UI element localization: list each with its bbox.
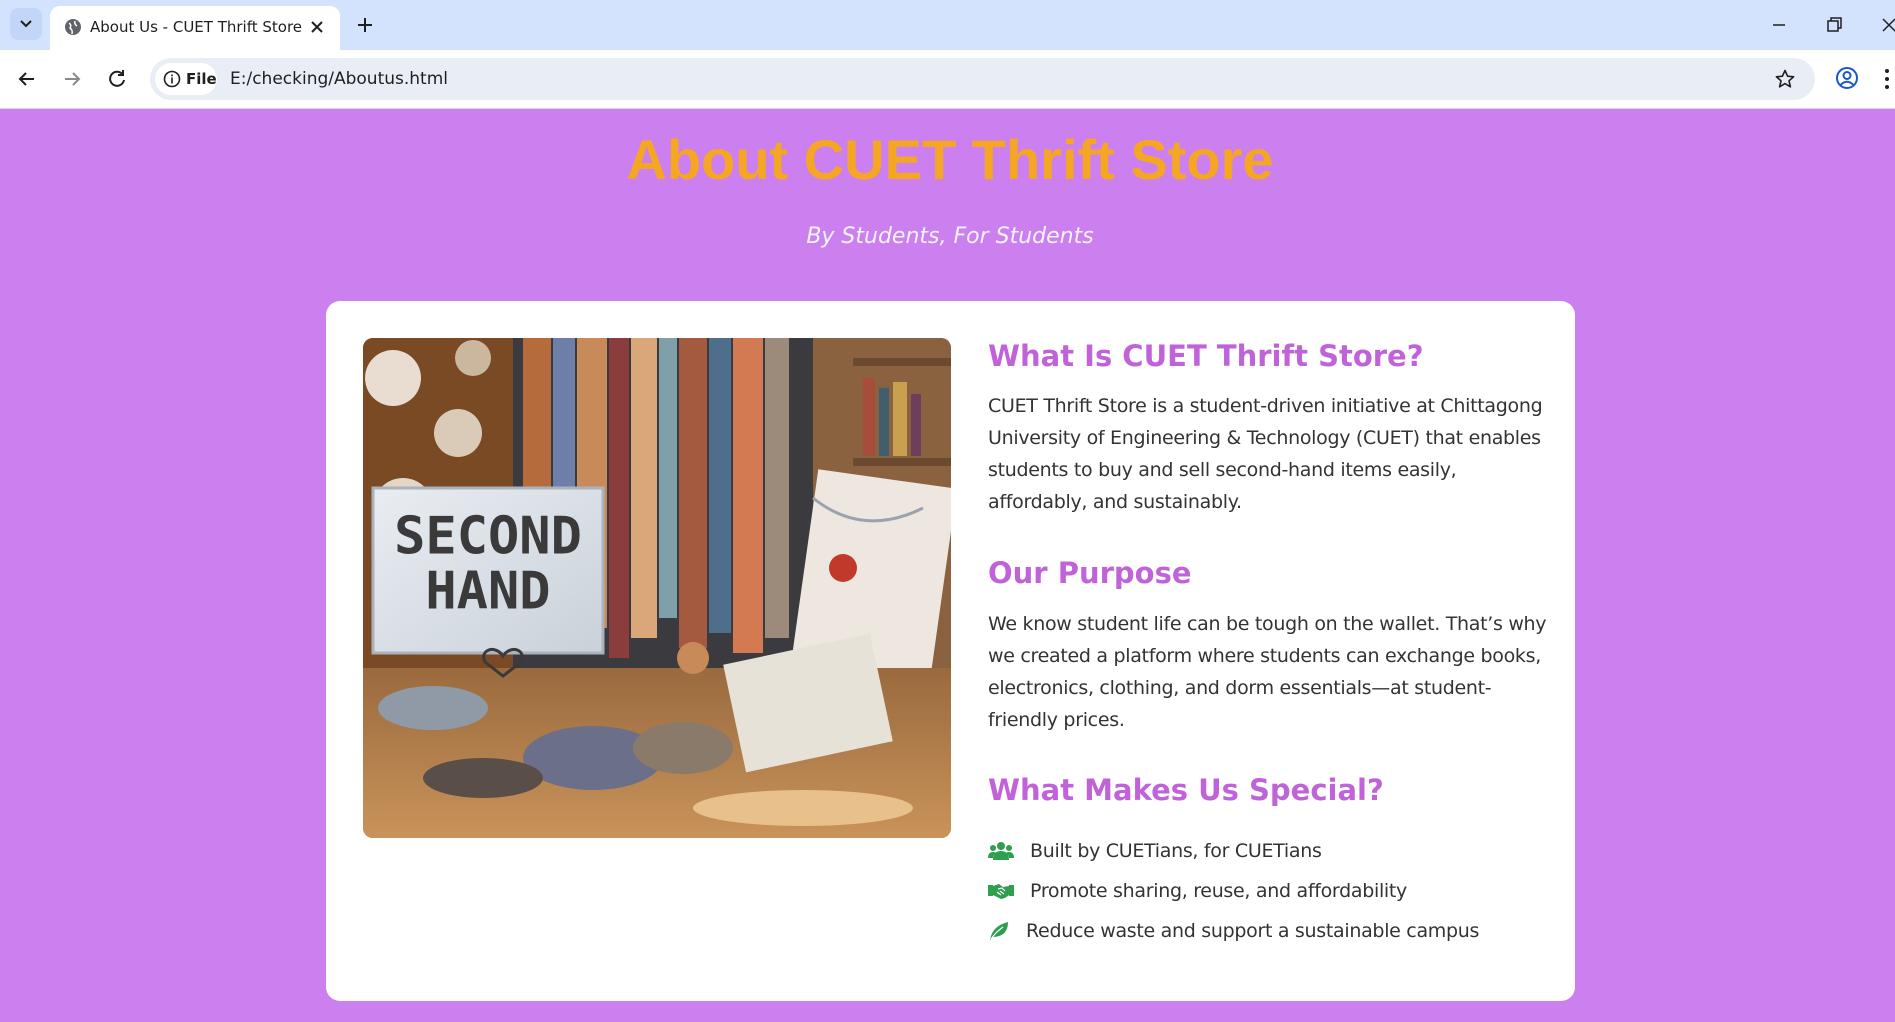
account-icon[interactable] bbox=[1834, 65, 1860, 91]
menu-kebab-icon[interactable] bbox=[1882, 67, 1892, 91]
browser-tabstrip: About Us - CUET Thrift Store bbox=[0, 0, 1895, 50]
tab-title: About Us - CUET Thrift Store bbox=[90, 18, 303, 36]
browser-toolbar: File E:/checking/Aboutus.html bbox=[0, 50, 1895, 109]
new-tab-icon[interactable] bbox=[354, 14, 376, 36]
reload-icon[interactable] bbox=[104, 66, 130, 92]
chevron-down-icon bbox=[20, 20, 32, 28]
list-item: Built by CUETians, for CUETians bbox=[988, 831, 1479, 871]
section-body-purpose: We know student life can be tough on the… bbox=[988, 613, 1547, 731]
address-bar[interactable]: File E:/checking/Aboutus.html bbox=[150, 58, 1815, 100]
feature-text: Reduce waste and support a sustainable c… bbox=[1026, 920, 1480, 942]
url-text[interactable]: E:/checking/Aboutus.html bbox=[230, 69, 448, 89]
section-heading-special: What Makes Us Special? bbox=[988, 773, 1384, 807]
page-body: About CUET Thrift Store By Students, For… bbox=[0, 109, 1895, 1022]
list-item: Reduce waste and support a sustainable c… bbox=[988, 911, 1479, 951]
sign-line-2: HAND bbox=[425, 562, 550, 622]
second-hand-store-photo: SECOND HAND bbox=[363, 338, 951, 838]
restore-icon[interactable] bbox=[1823, 14, 1845, 36]
handshake-icon bbox=[988, 884, 1014, 899]
bookmark-star-icon[interactable] bbox=[1774, 68, 1796, 90]
feature-text: Built by CUETians, for CUETians bbox=[1030, 840, 1322, 862]
minimize-icon[interactable] bbox=[1768, 14, 1790, 36]
feature-text: Promote sharing, reuse, and affordabilit… bbox=[1030, 880, 1408, 902]
tab-search-button[interactable] bbox=[10, 8, 42, 40]
features-list: Built by CUETians, for CUETians Promote … bbox=[988, 831, 1479, 951]
section-heading-what-is: What Is CUET Thrift Store? bbox=[988, 339, 1424, 373]
site-info-chip[interactable]: File bbox=[155, 63, 217, 95]
info-icon bbox=[163, 70, 181, 88]
close-window-icon[interactable] bbox=[1878, 14, 1895, 36]
close-tab-icon[interactable] bbox=[308, 18, 326, 36]
browser-tab-active[interactable]: About Us - CUET Thrift Store bbox=[50, 6, 340, 50]
section-body-what-is: CUET Thrift Store is a student-driven in… bbox=[988, 395, 1543, 513]
back-arrow-icon[interactable] bbox=[14, 66, 40, 92]
sign-line-1: SECOND bbox=[394, 507, 582, 567]
forward-arrow-icon[interactable] bbox=[59, 66, 85, 92]
section-heading-purpose: Our Purpose bbox=[988, 556, 1192, 590]
page-title: About CUET Thrift Store bbox=[626, 128, 1274, 191]
list-item: Promote sharing, reuse, and affordabilit… bbox=[988, 871, 1479, 911]
chip-label: File bbox=[186, 70, 217, 88]
page-subtitle: By Students, For Students bbox=[806, 224, 1094, 249]
leaf-icon bbox=[990, 922, 1008, 940]
users-icon bbox=[988, 842, 1014, 860]
about-card: SECOND HAND What Is CUET Thrift Store? C… bbox=[326, 301, 1575, 1001]
globe-icon bbox=[65, 19, 81, 35]
